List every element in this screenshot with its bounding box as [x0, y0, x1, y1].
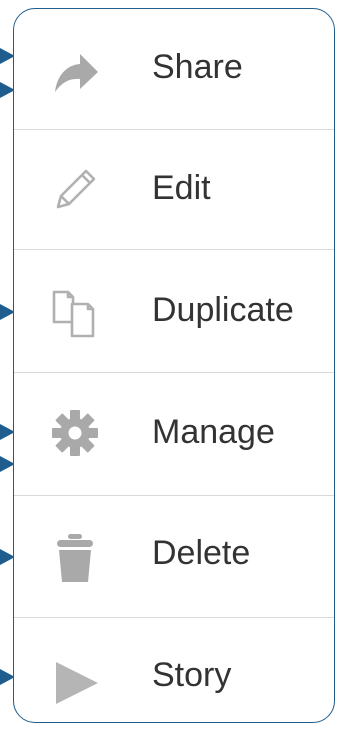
duplicate-icon	[48, 286, 102, 340]
share-icon	[48, 45, 102, 99]
menu-item-label: Share	[152, 48, 243, 86]
menu-item-edit[interactable]: Edit	[14, 130, 334, 249]
menu-item-label: Story	[152, 656, 232, 694]
trash-icon	[48, 532, 102, 586]
menu-item-label: Duplicate	[152, 291, 294, 329]
menu-item-delete[interactable]: Delete	[14, 496, 334, 617]
menu-item-label: Delete	[152, 534, 251, 572]
menu-item-label: Edit	[152, 169, 211, 207]
menu-item-duplicate[interactable]: Duplicate	[14, 250, 334, 372]
play-icon	[48, 656, 102, 710]
menu-item-story[interactable]: Story	[14, 618, 334, 722]
menu-item-share[interactable]: Share	[14, 9, 334, 129]
menu-item-label: Manage	[152, 413, 275, 451]
context-menu: Share Edit Duplicate Manage Delete Story	[13, 8, 335, 723]
pencil-icon	[48, 163, 102, 217]
gear-icon	[48, 406, 102, 460]
menu-item-manage[interactable]: Manage	[14, 373, 334, 495]
